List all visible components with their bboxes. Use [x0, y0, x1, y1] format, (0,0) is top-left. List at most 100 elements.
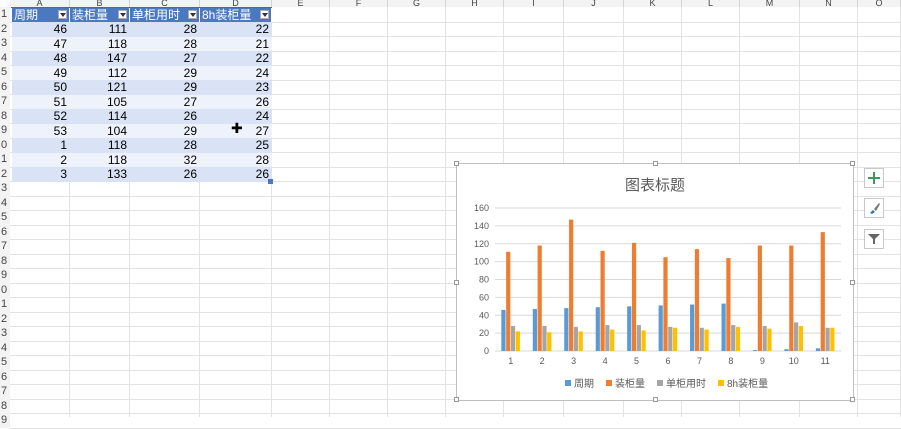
filter-dropdown-icon[interactable]: [118, 10, 127, 19]
row-header[interactable]: 3: [0, 326, 10, 341]
table-cell[interactable]: 21: [200, 37, 272, 52]
table-cell[interactable]: 111: [70, 22, 130, 37]
chart-resize-handle[interactable]: [454, 280, 459, 285]
table-cell[interactable]: 28: [200, 153, 272, 168]
chart-styles-button[interactable]: [864, 198, 884, 218]
table-cell[interactable]: 46: [12, 22, 70, 37]
row-header[interactable]: 8: [0, 108, 10, 123]
row-header[interactable]: 2: [0, 166, 10, 181]
column-header[interactable]: K: [624, 0, 682, 7]
table-cell[interactable]: 133: [70, 167, 130, 182]
column-chart[interactable]: 图表标题 0 20 40 60 80 100 120 140 160 1 2 3 4 5 6 7 8 9 10 11 周期…: [454, 161, 855, 402]
table-header-cell[interactable]: 8h装柜量: [200, 8, 272, 22]
row-header[interactable]: 7: [0, 94, 10, 109]
table-cell[interactable]: 50: [12, 80, 70, 95]
table-cell[interactable]: 2: [12, 153, 70, 168]
column-header[interactable]: N: [800, 0, 858, 7]
table-cell[interactable]: 29: [130, 66, 200, 81]
table-cell[interactable]: 26: [200, 167, 272, 182]
filter-dropdown-icon[interactable]: [188, 10, 197, 19]
table-cell[interactable]: 25: [200, 138, 272, 153]
row-header[interactable]: 9: [0, 268, 10, 283]
column-header[interactable]: M: [740, 0, 800, 7]
row-header[interactable]: 0: [0, 282, 10, 297]
table-cell[interactable]: 118: [70, 153, 130, 168]
column-header[interactable]: F: [330, 0, 388, 7]
table-cell[interactable]: 23: [200, 80, 272, 95]
chart-filters-button[interactable]: [864, 229, 884, 249]
column-header[interactable]: D: [200, 0, 272, 7]
table-cell[interactable]: 48: [12, 51, 70, 66]
filter-dropdown-icon[interactable]: [260, 10, 269, 19]
row-header[interactable]: 7: [0, 384, 10, 399]
row-header[interactable]: 4: [0, 195, 10, 210]
table-cell[interactable]: 49: [12, 66, 70, 81]
table-cell[interactable]: 32: [130, 153, 200, 168]
column-header[interactable]: L: [682, 0, 740, 7]
row-header[interactable]: 4: [0, 50, 10, 65]
row-header[interactable]: 6: [0, 79, 10, 94]
column-header[interactable]: E: [272, 0, 330, 7]
row-header[interactable]: 3: [0, 181, 10, 196]
row-header[interactable]: 0: [0, 137, 10, 152]
row-header[interactable]: 5: [0, 355, 10, 370]
table-cell[interactable]: 118: [70, 37, 130, 52]
table-cell[interactable]: 27: [130, 95, 200, 110]
table-header-cell[interactable]: 装柜量: [70, 8, 130, 22]
table-cell[interactable]: 53: [12, 124, 70, 139]
row-header[interactable]: 1: [0, 7, 10, 22]
table-cell[interactable]: 22: [200, 51, 272, 66]
row-header[interactable]: 2: [0, 311, 10, 326]
column-header[interactable]: O: [858, 0, 901, 7]
row-header[interactable]: 8: [0, 253, 10, 268]
row-header[interactable]: 2: [0, 21, 10, 36]
row-header[interactable]: 9: [0, 413, 10, 428]
chart-resize-handle[interactable]: [454, 161, 459, 166]
table-cell[interactable]: 29: [130, 124, 200, 139]
chart-resize-handle[interactable]: [653, 161, 658, 166]
table-header-cell[interactable]: 单柜用时: [130, 8, 200, 22]
table-cell[interactable]: 26: [200, 95, 272, 110]
row-header[interactable]: 1: [0, 297, 10, 312]
row-header[interactable]: 8: [0, 398, 10, 413]
table-cell[interactable]: 24: [200, 66, 272, 81]
table-cell[interactable]: 26: [130, 167, 200, 182]
chart-resize-handle[interactable]: [850, 161, 855, 166]
chart-elements-button[interactable]: [864, 168, 884, 188]
table-cell[interactable]: 51: [12, 95, 70, 110]
row-header[interactable]: 5: [0, 210, 10, 225]
row-header[interactable]: 9: [0, 123, 10, 138]
column-header[interactable]: J: [564, 0, 624, 7]
table-cell[interactable]: 28: [130, 22, 200, 37]
table-header-cell[interactable]: 周期: [12, 8, 70, 22]
column-header[interactable]: G: [388, 0, 446, 7]
table-cell[interactable]: 118: [70, 138, 130, 153]
table-cell[interactable]: 3: [12, 167, 70, 182]
column-header[interactable]: I: [504, 0, 564, 7]
chart-resize-handle[interactable]: [653, 397, 658, 402]
row-header[interactable]: 6: [0, 224, 10, 239]
table-cell[interactable]: 26: [130, 109, 200, 124]
table-cell[interactable]: 22: [200, 22, 272, 37]
chart-resize-handle[interactable]: [850, 280, 855, 285]
table-cell[interactable]: 52: [12, 109, 70, 124]
filter-dropdown-icon[interactable]: [58, 10, 67, 19]
column-header[interactable]: H: [446, 0, 504, 7]
chart-resize-handle[interactable]: [850, 397, 855, 402]
row-header[interactable]: 7: [0, 239, 10, 254]
table-cell[interactable]: 114: [70, 109, 130, 124]
chart-resize-handle[interactable]: [454, 397, 459, 402]
column-header[interactable]: B: [70, 0, 130, 7]
row-header[interactable]: 3: [0, 36, 10, 51]
column-header[interactable]: C: [130, 0, 200, 7]
table-cell[interactable]: 104: [70, 124, 130, 139]
table-cell[interactable]: 29: [130, 80, 200, 95]
table-cell[interactable]: 105: [70, 95, 130, 110]
row-header[interactable]: 5: [0, 65, 10, 80]
table-cell[interactable]: 1: [12, 138, 70, 153]
table-cell[interactable]: 47: [12, 37, 70, 52]
table-cell[interactable]: 27: [130, 51, 200, 66]
row-header[interactable]: 1: [0, 152, 10, 167]
table-cell[interactable]: 121: [70, 80, 130, 95]
column-header[interactable]: A: [10, 0, 70, 7]
